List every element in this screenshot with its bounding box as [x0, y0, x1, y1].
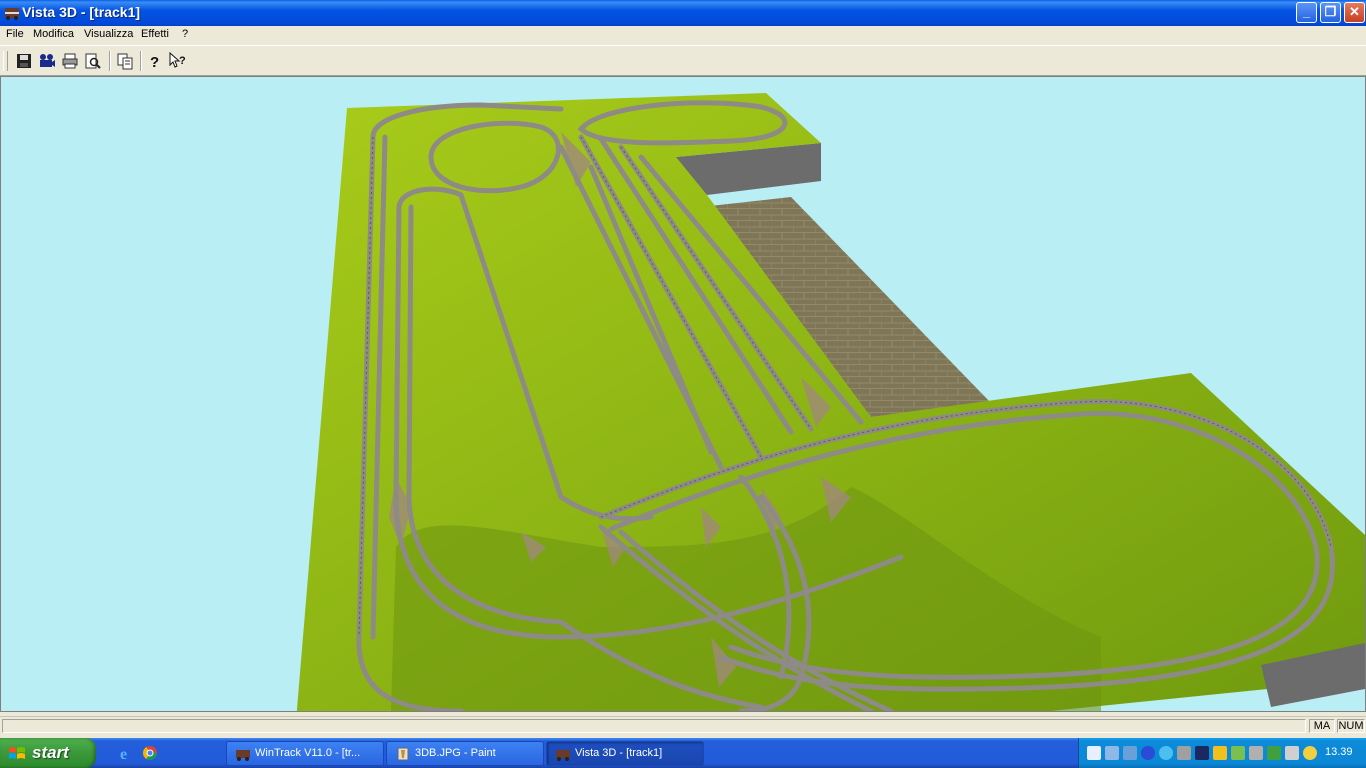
status-num-indicator: NUM: [1337, 719, 1365, 733]
wintrack-app-icon[interactable]: [4, 5, 20, 21]
tray-folder-icon[interactable]: [1087, 746, 1101, 760]
tray-update-icon[interactable]: [1231, 746, 1245, 760]
task-label: Vista 3D - [track1]: [575, 747, 663, 759]
maximize-button[interactable]: ❐: [1320, 2, 1341, 23]
print-preview-icon[interactable]: [84, 52, 102, 70]
wintrack-icon: [556, 750, 570, 761]
windows-flag-icon: [9, 747, 25, 759]
menu-effetti[interactable]: Effetti: [141, 28, 169, 40]
status-message: [2, 719, 1306, 733]
menu-bar: File Modifica Visualizza Effetti ?: [0, 26, 1366, 45]
status-bar: MA NUM: [0, 716, 1366, 737]
tray-network-icon[interactable]: [1105, 746, 1119, 760]
system-tray: 13.39: [1078, 738, 1366, 768]
svg-text:?: ?: [150, 54, 159, 70]
tray-speaker-icon[interactable]: [1249, 746, 1263, 760]
menu-help[interactable]: ?: [182, 28, 188, 40]
toolbar-separator: [140, 51, 142, 71]
status-caps-indicator: MA: [1309, 719, 1335, 733]
3d-viewport[interactable]: [0, 76, 1366, 712]
tray-wireless-icon[interactable]: [1123, 746, 1137, 760]
floppy-disk-icon[interactable]: [15, 52, 33, 70]
task-wintrack[interactable]: WinTrack V11.0 - [tr...: [226, 741, 384, 766]
tray-search-icon[interactable]: [1159, 746, 1173, 760]
tray-usb-icon[interactable]: [1285, 746, 1299, 760]
film-camera-icon[interactable]: [38, 52, 56, 70]
svg-text:e: e: [120, 746, 127, 761]
close-icon: ✕: [1349, 4, 1360, 19]
task-label: WinTrack V11.0 - [tr...: [255, 747, 361, 759]
tray-monitor-icon[interactable]: [1195, 746, 1209, 760]
minimize-icon: _: [1302, 4, 1311, 19]
task-label: 3DB.JPG - Paint: [415, 747, 496, 759]
title-bar[interactable]: Vista 3D - [track1] _ ❐ ✕: [0, 0, 1366, 26]
task-paint[interactable]: 3DB.JPG - Paint: [386, 741, 544, 766]
menu-file[interactable]: File: [6, 28, 24, 40]
restore-icon: ❐: [1324, 4, 1337, 19]
menu-modifica[interactable]: Modifica: [33, 28, 74, 40]
copy-icon[interactable]: [116, 52, 134, 70]
tray-bluetooth-icon[interactable]: [1141, 746, 1155, 760]
question-icon[interactable]: ?: [146, 52, 164, 70]
toolbar: ? ?: [0, 45, 1366, 76]
tray-device-icon[interactable]: [1267, 746, 1281, 760]
tray-display-icon[interactable]: [1177, 746, 1191, 760]
printer-icon[interactable]: [61, 52, 79, 70]
close-button[interactable]: ✕: [1344, 2, 1365, 23]
start-label: start: [32, 743, 69, 762]
chrome-icon[interactable]: [142, 745, 158, 761]
tray-shield-icon[interactable]: [1213, 746, 1227, 760]
internet-explorer-icon[interactable]: e: [118, 745, 134, 761]
svg-text:?: ?: [179, 55, 186, 67]
start-button[interactable]: start: [0, 738, 96, 768]
toolbar-separator: [109, 51, 111, 71]
context-help-icon[interactable]: ?: [169, 52, 187, 70]
menu-visualizza[interactable]: Visualizza: [84, 28, 133, 40]
window-title: Vista 3D - [track1]: [22, 4, 141, 20]
minimize-button[interactable]: _: [1296, 2, 1317, 23]
wintrack-icon: [236, 750, 250, 761]
paint-icon: [397, 747, 409, 761]
taskbar: start e WinTrack V11.0 - [tr... 3DB.JPG …: [0, 738, 1366, 768]
track-layout-3d-scene[interactable]: [1, 77, 1365, 711]
toolbar-grip[interactable]: [3, 51, 8, 71]
tray-antivirus-icon[interactable]: [1303, 746, 1317, 760]
task-vista3d[interactable]: Vista 3D - [track1]: [546, 741, 704, 766]
tray-clock[interactable]: 13.39: [1325, 746, 1353, 758]
